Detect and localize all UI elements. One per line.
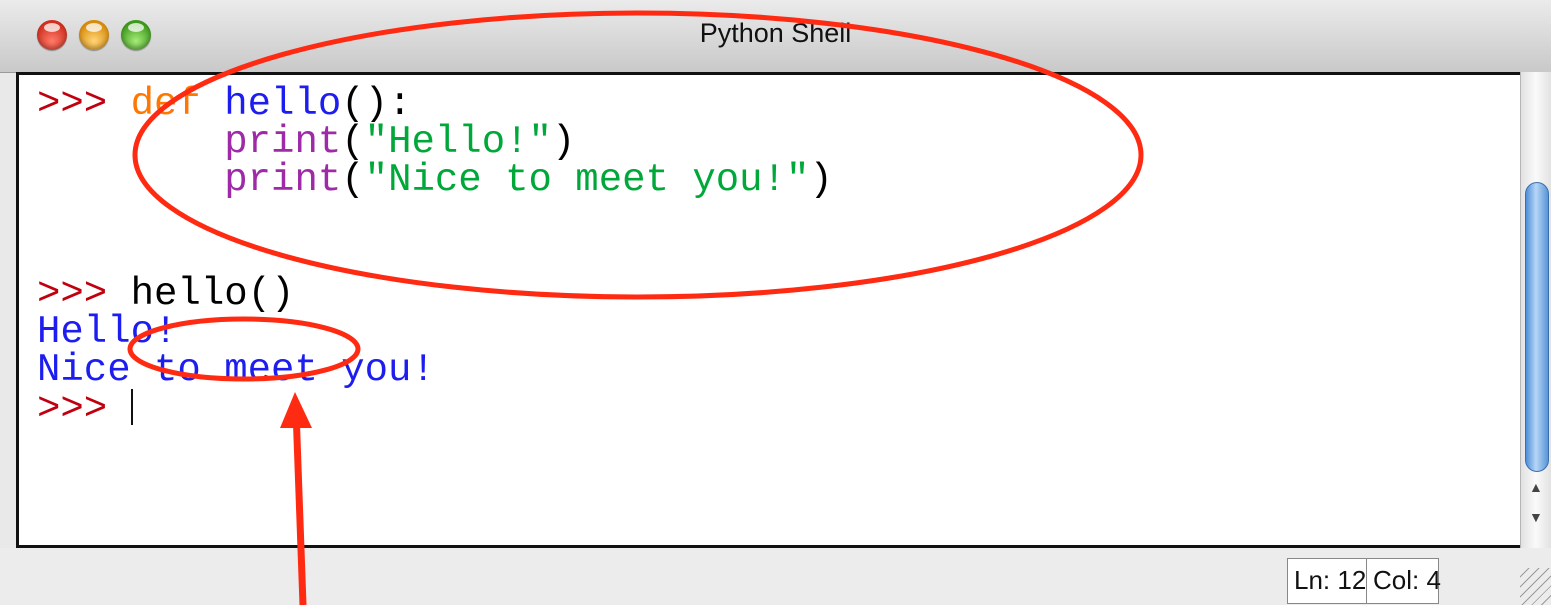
text-cursor [130,389,133,425]
status-bar: Ln: 12 Col: 4 [0,548,1551,605]
shell-line-print-1: print("Hello!") [37,123,833,162]
window-title: Python Shell [699,18,852,48]
resize-grip-icon[interactable] [1520,568,1551,605]
down-arrow-icon[interactable]: ▼ [1529,510,1543,524]
shell-input-line[interactable]: >>> [37,389,833,429]
shell-line-print-2: print("Nice to meet you!") [37,158,833,202]
line-number-indicator: Ln: 12 [1287,558,1367,604]
shell-output-line: Hello! [37,310,178,354]
scrollbar-thumb[interactable] [1525,182,1549,472]
string-literal: "Nice to meet you!" [364,158,810,202]
shell-blank-line [37,199,833,237]
shell-line-def: >>> def hello(): [37,85,833,124]
vertical-scrollbar[interactable]: ▲ ▼ [1520,72,1551,548]
open-paren: ( [341,158,365,202]
close-paren: ) [809,158,833,202]
shell-output-line: Nice to meet you! [37,348,435,392]
shell-text-area[interactable]: >>> def hello(): print("Hello!") print("… [16,72,1520,548]
builtin-print: print [224,158,342,202]
column-number-indicator: Col: 4 [1366,558,1441,604]
shell-prompt: >>> [37,387,108,431]
shell-transcript: >>> def hello(): print("Hello!") print("… [37,85,833,429]
shell-blank-line [37,237,833,275]
title-bar: Python Shell [0,0,1551,73]
shell-line-call: >>> hello() [37,275,833,314]
up-arrow-icon[interactable]: ▲ [1529,480,1543,494]
